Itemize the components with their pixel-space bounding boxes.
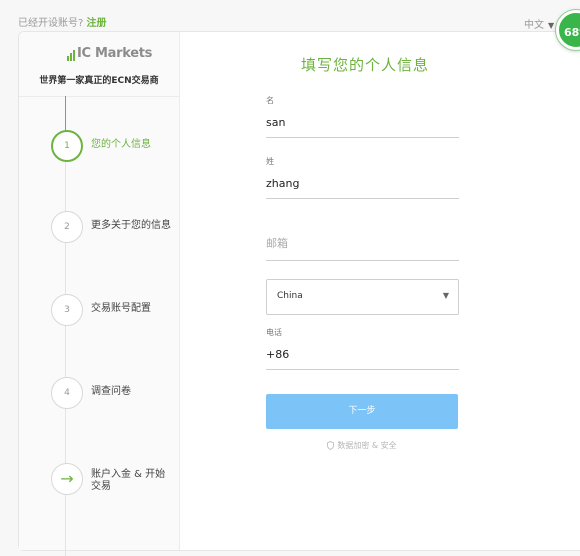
- phone-field[interactable]: 电话 +86: [266, 327, 459, 370]
- step-questionnaire[interactable]: 4 调查问卷: [51, 377, 179, 409]
- shield-icon: [327, 440, 335, 451]
- phone-input[interactable]: +86: [266, 348, 459, 370]
- last-name-field[interactable]: 姓 zhang: [266, 156, 459, 199]
- country-select[interactable]: China ▼: [266, 279, 459, 315]
- brand-tagline: 世界第一家真正的ECN交易商: [39, 76, 159, 86]
- steps-sidebar: IC Markets 世界第一家真正的ECN交易商 1 您的个人信息 2 更多关…: [19, 32, 180, 556]
- first-name-field[interactable]: 名 san: [266, 95, 459, 138]
- first-name-input[interactable]: san: [266, 116, 459, 138]
- step-deposit-trade[interactable]: → 账户入金 & 开始交易: [51, 463, 179, 495]
- language-selector[interactable]: 中文 ▼: [524, 16, 554, 31]
- step-number: 2: [51, 211, 83, 243]
- brand-header: IC Markets 世界第一家真正的ECN交易商: [19, 32, 179, 97]
- last-name-input[interactable]: zhang: [266, 177, 459, 199]
- register-link[interactable]: 注册: [87, 18, 107, 29]
- chevron-down-icon: ▼: [442, 291, 449, 300]
- logo-bars-icon: [67, 46, 76, 61]
- step-account-config[interactable]: 3 交易账号配置: [51, 294, 179, 326]
- secure-note-text: 数据加密 & 安全: [337, 441, 397, 450]
- logo-text: IC Markets: [77, 46, 153, 61]
- next-step-button[interactable]: 下一步: [266, 394, 458, 429]
- step-number: 4: [51, 377, 83, 409]
- ic-markets-logo: IC Markets: [67, 46, 152, 61]
- step-number: 3: [51, 294, 83, 326]
- first-name-label: 名: [266, 96, 274, 105]
- login-prompt-text: 已经开设账号?: [18, 18, 84, 29]
- login-prompt-bar: 已经开设账号? 注册: [18, 14, 107, 29]
- country-value: China: [277, 291, 303, 301]
- secure-note: 数据加密 & 安全: [266, 440, 458, 451]
- registration-card: IC Markets 世界第一家真正的ECN交易商 1 您的个人信息 2 更多关…: [18, 31, 580, 556]
- arrow-right-icon: →: [51, 463, 83, 495]
- step-label: 更多关于您的信息: [91, 220, 171, 231]
- step-label: 交易账号配置: [91, 303, 151, 314]
- email-field[interactable]: 邮箱: [266, 235, 459, 261]
- chevron-down-icon: ▼: [548, 21, 555, 30]
- step-label: 您的个人信息: [91, 139, 151, 150]
- step-more-about-you[interactable]: 2 更多关于您的信息: [51, 211, 179, 243]
- form-title: 填写您的个人信息: [301, 56, 430, 74]
- step-label: 调查问卷: [91, 386, 131, 397]
- language-label: 中文: [524, 20, 544, 31]
- step-number: 1: [51, 130, 83, 162]
- step-label: 账户入金 & 开始交易: [91, 469, 166, 492]
- step-personal-info[interactable]: 1 您的个人信息: [51, 130, 179, 162]
- phone-label: 电话: [266, 328, 282, 337]
- last-name-label: 姓: [266, 157, 274, 166]
- email-input[interactable]: 邮箱: [266, 235, 459, 261]
